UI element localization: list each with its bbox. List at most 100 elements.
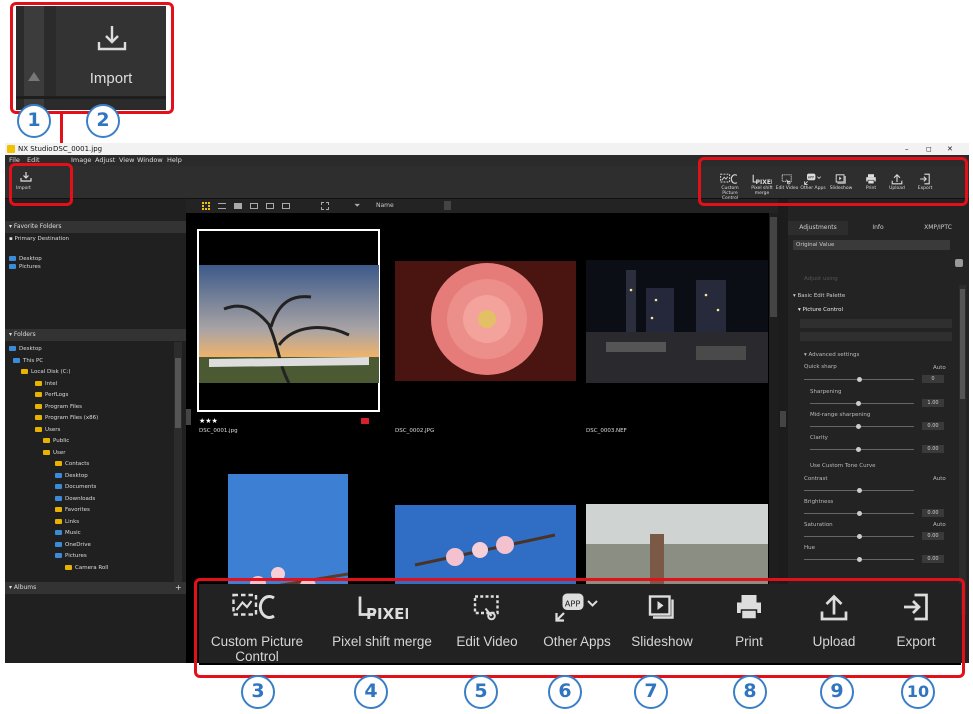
menu-window[interactable]: Window xyxy=(137,155,163,166)
rating-stars[interactable]: ★★★ xyxy=(199,417,218,425)
auto-label[interactable]: Auto xyxy=(933,476,946,482)
folder-item[interactable]: Documents xyxy=(55,484,96,490)
folder-item[interactable]: Contacts xyxy=(55,461,89,467)
folder-icon xyxy=(55,530,62,535)
sharpening-value[interactable]: 1.00 xyxy=(922,399,944,407)
folder-icon xyxy=(35,415,42,420)
folder-icon xyxy=(35,426,42,432)
close-button[interactable]: ✕ xyxy=(947,143,953,155)
custom-curve-checkbox[interactable]: Use Custom Tone Curve xyxy=(810,463,875,469)
label-badge-icon[interactable] xyxy=(361,418,369,424)
tab-info[interactable]: Info xyxy=(848,221,908,235)
quick-sharp-value[interactable]: 0 xyxy=(922,375,944,383)
auto-label[interactable]: Auto xyxy=(933,365,946,371)
callout-3: 3 xyxy=(241,675,275,709)
folder-item[interactable]: Desktop xyxy=(9,346,42,352)
tree-scrollbar[interactable] xyxy=(174,342,182,582)
contrast-knob[interactable] xyxy=(857,488,862,493)
folder-item[interactable]: Program Files (x86) xyxy=(35,415,98,421)
folder-item[interactable]: Public xyxy=(43,438,69,444)
thumbnail-dsc-0002[interactable] xyxy=(395,261,576,381)
auto-label[interactable]: Auto xyxy=(933,522,946,528)
settings-gear-icon[interactable] xyxy=(955,259,963,267)
albums-header[interactable]: ▾ Albums + xyxy=(5,582,186,594)
folder-item[interactable]: PerfLogs xyxy=(35,392,68,398)
folder-item[interactable]: Favorites xyxy=(55,507,90,513)
saturation-knob[interactable] xyxy=(857,534,862,539)
midrange-value[interactable]: 0.00 xyxy=(922,422,944,430)
folder-item[interactable]: Program Files xyxy=(35,403,82,410)
grid-view-icon[interactable] xyxy=(202,202,210,210)
folders-header[interactable]: ▾ Folders xyxy=(5,329,186,341)
clarity-value[interactable]: 0.00 xyxy=(922,445,944,453)
midrange-knob[interactable] xyxy=(856,424,861,429)
brightness-value[interactable]: 0.00 xyxy=(922,509,944,517)
minimize-button[interactable]: – xyxy=(905,143,909,155)
callout-1: 1 xyxy=(17,104,51,138)
list-view-icon[interactable] xyxy=(218,203,226,209)
folder-item[interactable]: Music xyxy=(55,530,81,536)
filmstrip-view-icon[interactable] xyxy=(266,203,274,209)
menu-adjust[interactable]: Adjust xyxy=(95,155,115,166)
folder-item[interactable]: Pictures xyxy=(55,553,87,559)
collapse-left-handle[interactable] xyxy=(186,409,191,425)
brightness-knob[interactable] xyxy=(857,511,862,516)
sharpening-slider[interactable] xyxy=(810,403,914,404)
browser-scroll-thumb[interactable] xyxy=(770,217,777,317)
adjust-using-label[interactable]: Adjust using xyxy=(804,276,838,282)
preset-dropdown[interactable]: Original Value xyxy=(793,240,950,250)
folder-item[interactable]: OneDrive xyxy=(55,541,91,548)
sharpening-knob[interactable] xyxy=(856,401,861,406)
saturation-label: Saturation xyxy=(804,522,833,528)
favorites-header[interactable]: ▾ Favorite Folders xyxy=(5,221,186,233)
saturation-value[interactable]: 0.00 xyxy=(922,532,944,540)
panel-scroll-thumb[interactable] xyxy=(960,289,965,399)
folder-item[interactable]: Downloads xyxy=(55,495,95,502)
clarity-knob[interactable] xyxy=(856,447,861,452)
midrange-slider[interactable] xyxy=(810,426,914,427)
menu-view[interactable]: View xyxy=(119,155,134,166)
filter-icon[interactable]: ⏷ xyxy=(354,201,360,211)
folder-item[interactable]: Camera Roll xyxy=(65,564,108,571)
folder-item[interactable]: This PC xyxy=(13,357,43,364)
advanced-settings-header[interactable]: ▾ Advanced settings xyxy=(804,352,859,358)
tab-adjustments[interactable]: Adjustments xyxy=(788,221,848,235)
add-album-button[interactable]: + xyxy=(175,582,182,594)
picture-control-select[interactable] xyxy=(800,319,952,328)
fullscreen-icon[interactable] xyxy=(321,202,329,210)
sort-label[interactable]: Name xyxy=(376,202,394,209)
primary-destination[interactable]: ▪ Primary Destination xyxy=(9,236,69,242)
hue-value[interactable]: 0.00 xyxy=(922,555,944,563)
callout-9: 9 xyxy=(820,675,854,709)
thumbnail-dsc-0003[interactable] xyxy=(586,260,768,383)
menu-image[interactable]: Image xyxy=(71,155,91,166)
folder-icon xyxy=(43,449,50,455)
callout-5: 5 xyxy=(464,675,498,709)
thumbnail-name: DSC_0001.jpg xyxy=(199,428,238,434)
favorite-desktop[interactable]: Desktop xyxy=(9,256,42,262)
panel-scrollbar[interactable] xyxy=(959,285,966,615)
thumbnail-dsc-0001[interactable] xyxy=(197,229,380,412)
compare-view-icon[interactable] xyxy=(250,203,258,209)
hue-knob[interactable] xyxy=(857,557,862,562)
picture-control-subselect[interactable] xyxy=(800,332,952,341)
menu-help[interactable]: Help xyxy=(167,155,182,166)
tree-scroll-thumb[interactable] xyxy=(175,358,181,428)
clarity-slider[interactable] xyxy=(810,449,914,450)
folder-item[interactable]: Desktop xyxy=(55,472,88,479)
dual-view-icon[interactable] xyxy=(282,203,290,209)
sort-dropdown-icon[interactable] xyxy=(444,201,451,210)
folder-item[interactable]: Links xyxy=(55,518,79,525)
folder-item[interactable]: Intel xyxy=(35,380,57,387)
folder-item[interactable]: Local Disk (C:) xyxy=(21,369,71,375)
palette-header[interactable]: ▾ Basic Edit Palette xyxy=(793,293,845,299)
maximize-button[interactable]: ◻ xyxy=(926,143,932,155)
quick-sharp-knob[interactable] xyxy=(857,377,862,382)
folder-item[interactable]: User xyxy=(43,449,66,456)
folder-item[interactable]: Users xyxy=(35,426,60,433)
favorite-pictures[interactable]: Pictures xyxy=(9,264,41,270)
single-view-icon[interactable] xyxy=(234,203,242,209)
picture-control-header[interactable]: ▾ Picture Control xyxy=(798,307,843,313)
collapse-right-handle[interactable] xyxy=(780,411,786,427)
tab-xmp-iptc[interactable]: XMP/IPTC xyxy=(908,221,968,235)
